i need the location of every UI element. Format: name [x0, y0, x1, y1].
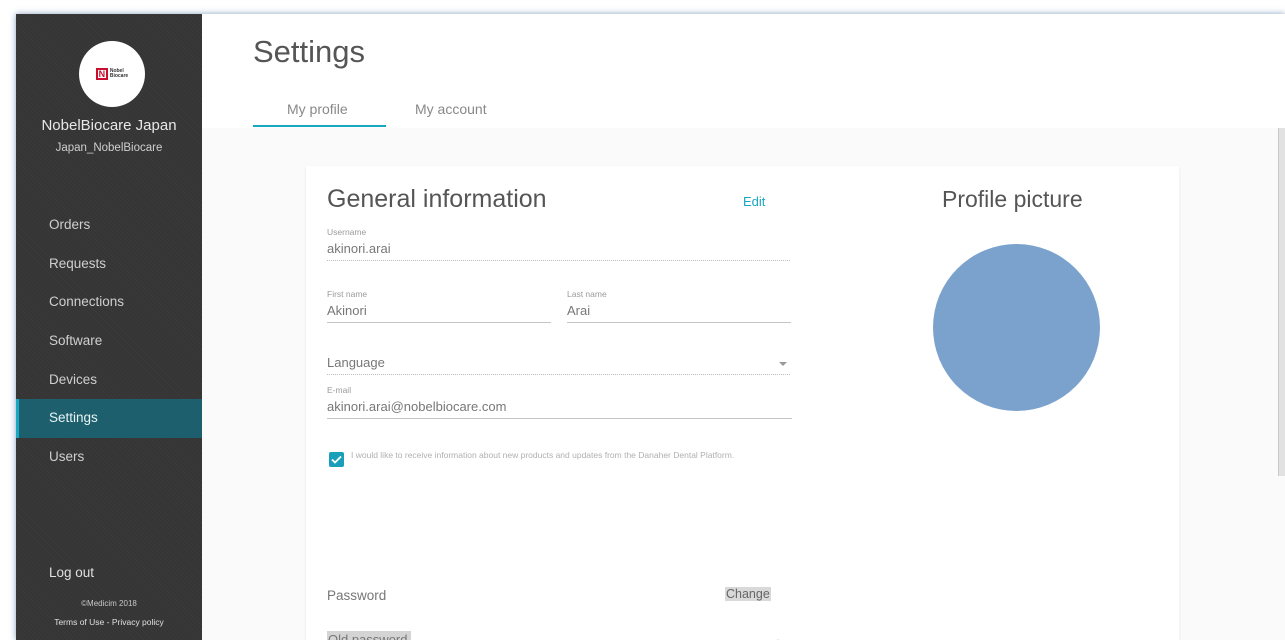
sidebar-item-requests[interactable]: Requests — [16, 245, 202, 284]
org-logo: N Nobel Biocare — [79, 41, 145, 107]
language-placeholder: Language — [327, 355, 385, 370]
last-name-value: Arai — [567, 301, 791, 323]
consent-checkbox[interactable] — [329, 452, 344, 467]
username-value: akinori.arai — [327, 239, 790, 261]
page-header: Settings My profile My account — [202, 14, 1285, 128]
email-field: E-mail akinori.arai@nobelbiocare.com — [327, 385, 792, 419]
change-password-button[interactable]: Change — [725, 587, 771, 601]
username-field: Username akinori.arai — [327, 227, 790, 261]
username-label: Username — [327, 227, 367, 237]
page-title: Settings — [253, 34, 366, 69]
tab-my-account[interactable]: My account — [415, 101, 487, 117]
sidebar: N Nobel Biocare NobelBiocare Japan Japan… — [16, 14, 202, 640]
sidebar-item-users[interactable]: Users — [16, 438, 202, 477]
first-name-value: Akinori — [327, 301, 551, 323]
profile-card: General information Edit Username akinor… — [306, 166, 1179, 640]
last-name-field: Last name Arai — [567, 289, 791, 323]
legal-separator: - — [104, 617, 112, 627]
sidebar-item-connections[interactable]: Connections — [16, 283, 202, 322]
language-select-value[interactable]: Language — [327, 351, 790, 375]
sidebar-item-settings[interactable]: Settings — [16, 399, 202, 439]
eye-icon[interactable] — [772, 634, 784, 640]
old-password-field — [327, 631, 790, 640]
app-window: N Nobel Biocare NobelBiocare Japan Japan… — [16, 14, 1285, 640]
sidebar-item-orders[interactable]: Orders — [16, 206, 202, 245]
email-label: E-mail — [327, 385, 352, 395]
language-select[interactable]: Language — [327, 351, 790, 375]
sidebar-item-software[interactable]: Software — [16, 322, 202, 361]
chevron-down-icon — [779, 362, 787, 366]
profile-picture-title: Profile picture — [942, 186, 1083, 212]
password-label: Password — [327, 588, 387, 603]
org-name: NobelBiocare Japan — [41, 117, 177, 134]
first-name-field: First name Akinori — [327, 289, 551, 323]
checkmark-icon — [331, 455, 342, 464]
logo-n-mark: N — [95, 68, 108, 80]
scrollbar[interactable] — [1278, 128, 1285, 476]
first-name-label: First name — [327, 289, 368, 299]
email-value: akinori.arai@nobelbiocare.com — [327, 397, 792, 419]
terms-of-use-link[interactable]: Terms of Use — [54, 617, 104, 627]
sidebar-nav: Orders Requests Connections Software Dev… — [16, 206, 202, 477]
edit-button[interactable]: Edit — [743, 194, 765, 209]
logo-text-line2: Biocare — [109, 73, 129, 79]
org-username: Japan_NobelBiocare — [55, 142, 163, 154]
last-name-label: Last name — [567, 289, 607, 299]
general-information-title: General information — [327, 185, 547, 213]
sidebar-item-devices[interactable]: Devices — [16, 361, 202, 400]
tab-my-profile[interactable]: My profile — [287, 101, 348, 117]
privacy-policy-link[interactable]: Privacy policy — [112, 617, 164, 627]
logout-link[interactable]: Log out — [49, 565, 94, 580]
consent-text: I would like to receive information abou… — [351, 450, 735, 460]
nobel-biocare-logo-icon: N Nobel Biocare — [95, 68, 129, 80]
active-tab-indicator — [253, 125, 386, 127]
avatar[interactable] — [933, 244, 1100, 411]
legal-links: Terms of Use - Privacy policy — [16, 617, 202, 627]
copyright-text: ©Medicim 2018 — [81, 599, 137, 608]
old-password-input[interactable] — [327, 631, 411, 640]
